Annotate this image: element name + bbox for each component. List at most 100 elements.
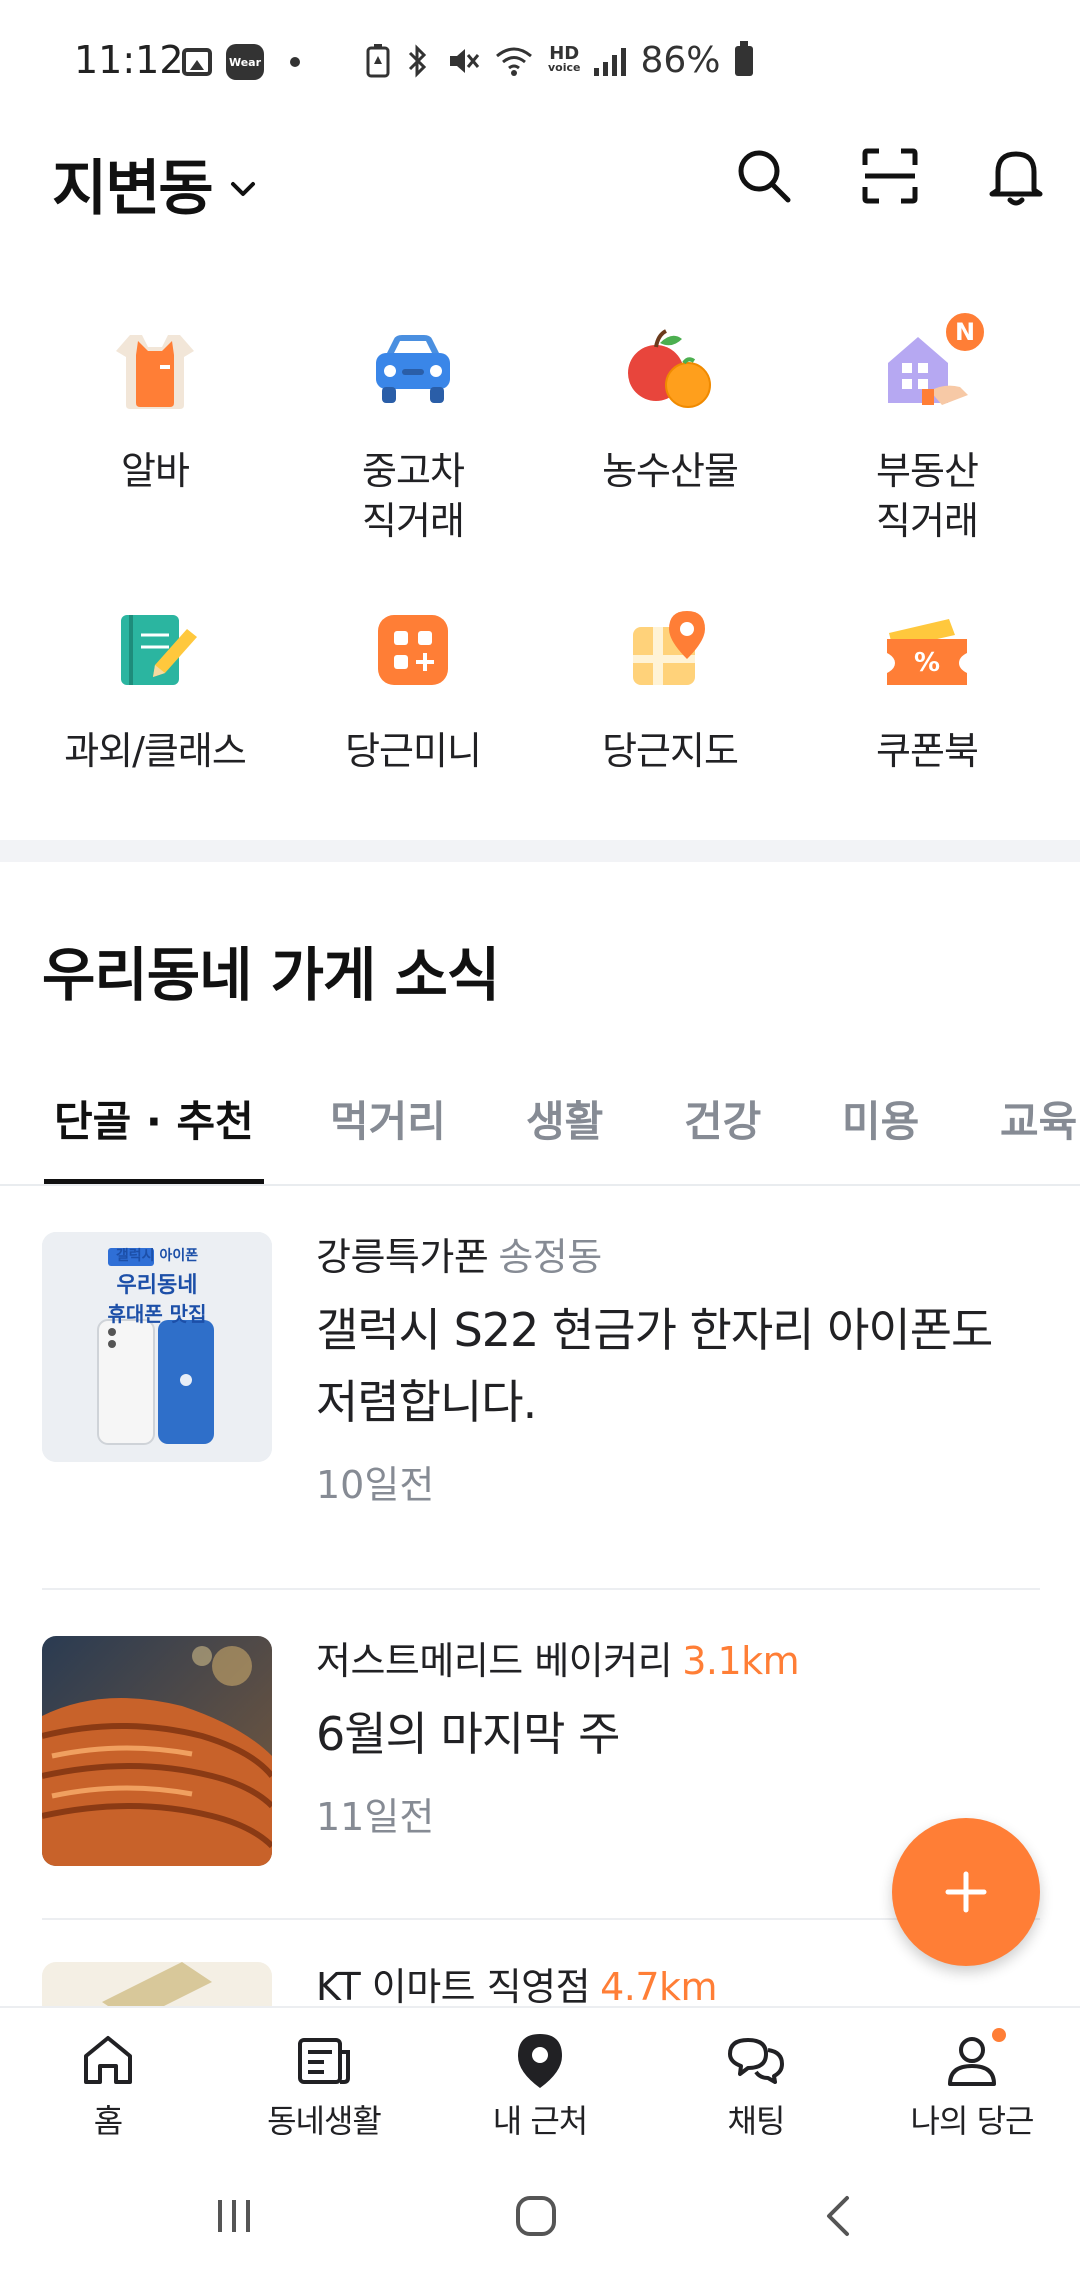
store-name-row: 저스트메리드 베이커리 3.1km (316, 1636, 1040, 1686)
store-distance: 4.7km (600, 1965, 718, 2006)
nav-chat[interactable]: 채팅 (656, 2030, 856, 2142)
chat-icon (726, 2030, 786, 2090)
category-map[interactable]: 당근지도 (541, 600, 799, 776)
thumb-line: 휴대폰 맛집 (107, 1302, 207, 1326)
tab-living[interactable]: 생활 (526, 1090, 603, 1184)
category-used-car[interactable]: 중고차 직거래 (284, 320, 542, 546)
store-name-row: 강릉특가폰 송정동 (316, 1232, 1040, 1282)
signal-icon (594, 46, 627, 76)
tab-health[interactable]: 건강 (684, 1090, 761, 1184)
category-coupon[interactable]: % 쿠폰북 (798, 600, 1056, 776)
thumb-line: 우리동네 (116, 1273, 198, 1298)
battery-percent: 86% (640, 40, 721, 81)
section-title: 우리동네 가게 소식 (42, 941, 500, 1009)
store-thumbnail (42, 1636, 272, 1866)
plus-icon (945, 1871, 987, 1913)
post-time: 10일전 (316, 1463, 435, 1507)
search-icon[interactable] (734, 146, 794, 206)
coupon-icon: % (877, 600, 977, 700)
notification-dot (992, 2028, 1006, 2042)
thumb-line: 갤럭시 아이폰 (115, 1248, 199, 1264)
back-button[interactable] (798, 2186, 878, 2246)
nav-label: 나의 당근 (910, 2102, 1035, 2140)
mini-app-icon (363, 600, 463, 700)
thumb-caption: 갤럭시 아이폰 우리동네 휴대폰 맛집 (42, 1242, 272, 1328)
hd-voice-icon: HD voice (548, 42, 581, 75)
new-badge: N (943, 310, 987, 354)
notebook-icon (105, 600, 205, 700)
add-post-button[interactable] (892, 1818, 1040, 1966)
back-icon (827, 2196, 849, 2236)
location-pin-icon (510, 2030, 570, 2090)
battery-icon (734, 40, 753, 76)
home-icon (78, 2030, 138, 2090)
store-name: KT 이마트 직영점 (316, 1965, 591, 2006)
store-name: 저스트메리드 베이커리 (316, 1639, 673, 1683)
list-divider (42, 1918, 1040, 1920)
post-title: 갤럭시 S22 현금가 한자리 아이폰도 저렴합니다. (316, 1303, 993, 1429)
store-category-tabs: 단골 · 추천 먹거리 생활 건강 미용 교육 (0, 1090, 1080, 1186)
category-label: 농수산물 (602, 449, 739, 493)
tab-food[interactable]: 먹거리 (330, 1090, 446, 1184)
tab-favorites[interactable]: 단골 · 추천 (44, 1090, 264, 1184)
location-name: 지변동 (52, 154, 214, 224)
category-label: 과외/클래스 (64, 729, 247, 773)
tab-education[interactable]: 교육 (1000, 1090, 1077, 1184)
store-location: 송정동 (498, 1235, 602, 1279)
nav-nearby[interactable]: 내 근처 (440, 2030, 640, 2142)
category-mini[interactable]: 당근미니 (284, 600, 542, 776)
apron-icon (105, 320, 205, 420)
category-job[interactable]: 알바 (26, 320, 284, 496)
store-name-row: KT 이마트 직영점 4.7km (316, 1962, 1040, 2006)
bell-icon[interactable] (986, 146, 1046, 206)
category-label: 부동산 직거래 (876, 449, 979, 543)
house-icon: N (877, 310, 987, 420)
nav-my-profile[interactable]: 나의 당근 (872, 2028, 1072, 2142)
recent-apps-button[interactable] (194, 2186, 274, 2246)
hd-label: HD (549, 42, 580, 64)
mute-icon (450, 48, 480, 73)
system-navigation-bar (0, 2146, 1080, 2280)
fruit-icon (620, 320, 720, 420)
gallery-icon (182, 48, 212, 76)
store-thumbnail: 갤럭시 아이폰 우리동네 휴대폰 맛집 (42, 1232, 272, 1462)
bottom-navigation: 홈 동네생활 내 근처 채팅 나의 당근 (0, 2006, 1080, 2146)
category-real-estate[interactable]: N 부동산 직거래 (798, 310, 1056, 546)
category-label: 중고차 직거래 (362, 449, 465, 543)
newspaper-icon (294, 2030, 354, 2090)
list-divider (42, 1588, 1040, 1590)
map-icon (620, 600, 720, 700)
wear-icon: Wear (226, 44, 264, 80)
category-class[interactable]: 과외/클래스 (26, 600, 284, 776)
section-divider (0, 840, 1080, 862)
store-name: 강릉특가폰 (316, 1235, 489, 1279)
category-label: 알바 (121, 449, 190, 493)
wifi-icon (496, 47, 532, 76)
list-item[interactable]: 갤럭시 아이폰 우리동네 휴대폰 맛집 강릉특가폰 송정동 갤럭시 S22 현금가… (42, 1232, 1040, 1552)
nav-label: 홈 (93, 2102, 123, 2140)
top-app-bar: 지변동 (0, 130, 1080, 230)
category-label: 당근미니 (345, 729, 482, 773)
home-system-button[interactable] (496, 2186, 576, 2246)
location-selector[interactable]: 지변동 (52, 140, 258, 227)
scan-icon[interactable] (860, 146, 920, 206)
store-thumbnail (42, 1962, 272, 2006)
nav-label: 채팅 (727, 2102, 786, 2140)
list-item[interactable]: KT 이마트 직영점 4.7km (42, 1962, 1040, 2006)
status-bar: 11:12 Wear HD voice 86% (0, 0, 1080, 120)
category-produce[interactable]: 농수산물 (541, 320, 799, 496)
dot-icon (290, 57, 300, 67)
home-square-icon (516, 2196, 556, 2236)
category-label: 당근지도 (602, 729, 739, 773)
chevron-down-icon (230, 181, 255, 196)
nav-community[interactable]: 동네생활 (224, 2030, 424, 2142)
list-item[interactable]: 저스트메리드 베이커리 3.1km 6월의 마지막 주 11일전 (42, 1636, 1040, 1876)
post-title: 6월의 마지막 주 (316, 1707, 620, 1761)
battery-saver-icon (366, 43, 390, 77)
profile-icon (942, 2028, 1006, 2090)
voice-label: voice (548, 60, 581, 74)
tab-beauty[interactable]: 미용 (842, 1090, 919, 1184)
car-icon (363, 320, 463, 420)
nav-home[interactable]: 홈 (8, 2030, 208, 2142)
store-distance: 3.1km (682, 1639, 800, 1683)
